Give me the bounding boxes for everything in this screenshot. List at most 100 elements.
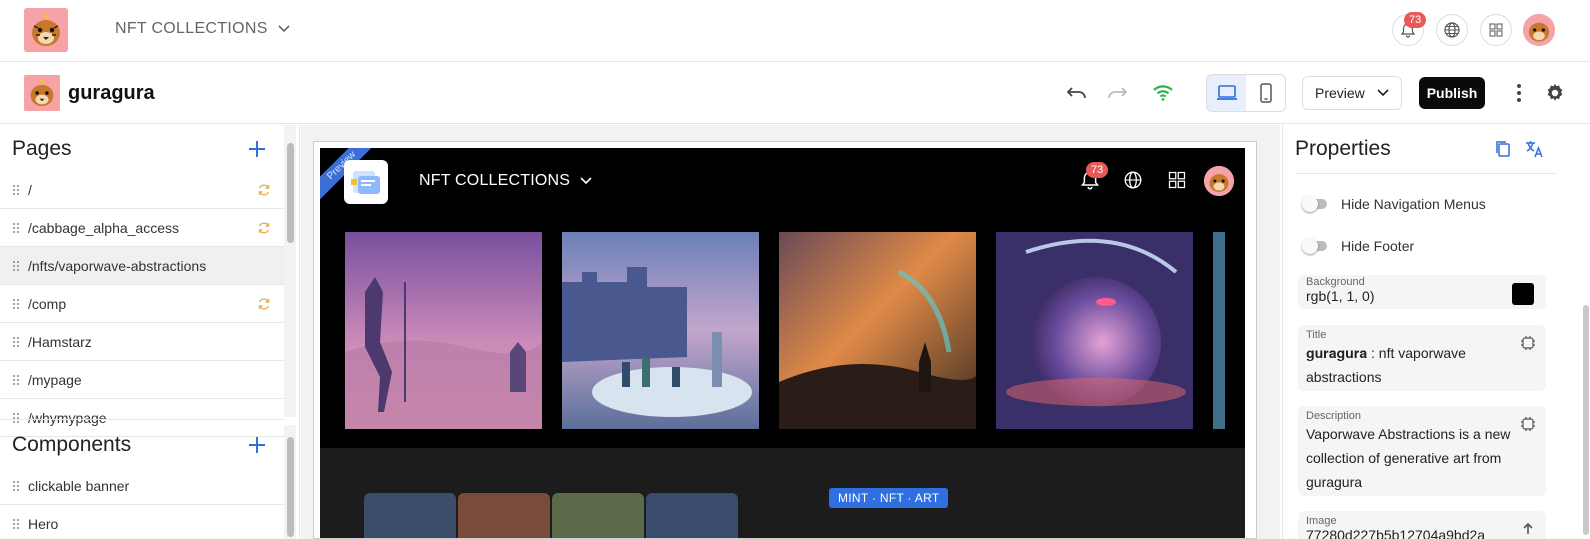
nft-artwork[interactable] <box>779 232 976 429</box>
thumbnail[interactable] <box>364 493 456 538</box>
ai-chip-icon[interactable] <box>1520 416 1536 432</box>
ai-chip-icon[interactable] <box>1520 335 1536 351</box>
chevron-down-icon <box>580 177 592 185</box>
drag-handle-icon[interactable] <box>12 336 20 348</box>
image-field[interactable]: Image 77280d227b5b12704a9bd2a <box>1298 511 1546 539</box>
component-item[interactable]: clickable banner <box>0 467 285 505</box>
background-color-swatch[interactable] <box>1512 283 1534 305</box>
nft-artwork[interactable] <box>345 232 542 429</box>
language-button[interactable] <box>1436 14 1468 46</box>
hide-navigation-label: Hide Navigation Menus <box>1341 196 1486 212</box>
description-label: Description <box>1306 410 1362 422</box>
desktop-view-button[interactable] <box>1207 75 1246 111</box>
drag-handle-icon[interactable] <box>12 412 20 424</box>
preview-label: Preview <box>1315 85 1365 101</box>
user-avatar[interactable] <box>1523 14 1555 46</box>
site-collection-selector[interactable]: NFT COLLECTIONS <box>419 172 592 190</box>
app-logo[interactable] <box>24 8 68 52</box>
toggle-switch[interactable] <box>1302 196 1327 212</box>
phone-icon <box>1259 83 1272 103</box>
chevron-down-icon <box>1377 89 1389 97</box>
sync-icon <box>258 184 270 196</box>
page-item[interactable]: /cabbage_alpha_access <box>0 209 285 247</box>
page-item[interactable]: /comp <box>0 285 285 323</box>
undo-button[interactable] <box>1064 80 1090 106</box>
page-item[interactable]: /Hamstarz <box>0 323 285 361</box>
page-item[interactable]: / <box>0 171 285 209</box>
background-field[interactable]: Background rgb(1, 1, 0) <box>1298 275 1546 309</box>
nft-artwork-partial[interactable] <box>1213 232 1225 429</box>
page-item[interactable]: /nfts/vaporwave-abstractions <box>0 247 285 285</box>
upload-icon[interactable] <box>1520 521 1536 537</box>
page-item[interactable]: /mypage <box>0 361 285 399</box>
wifi-icon <box>1153 85 1173 101</box>
site-logo <box>24 75 60 111</box>
thumbnail[interactable] <box>458 493 550 538</box>
background-label: Background <box>1306 276 1365 288</box>
mint-tag: MINT · NFT · ART <box>829 488 949 508</box>
connection-status <box>1150 80 1176 106</box>
top-bar: NFT COLLECTIONS 73 <box>0 0 1590 62</box>
description-field[interactable]: Description Vaporwave Abstractions is a … <box>1298 406 1546 496</box>
preview-dropdown[interactable]: Preview <box>1302 76 1402 110</box>
nft-gallery <box>345 232 1225 429</box>
properties-scrollbar[interactable] <box>1583 305 1589 535</box>
components-scroll-thumb[interactable] <box>287 437 294 537</box>
component-item-label: Hero <box>28 515 59 532</box>
title-label: Title <box>1306 329 1327 341</box>
grid-icon[interactable] <box>1167 170 1187 190</box>
title-value: 𝐠𝐮𝐫𝐚𝐠𝐮𝐫𝐚 : nft vaporwave abstractions <box>1306 341 1518 389</box>
hero-section: MINT · NFT · ART <box>320 448 1245 538</box>
thumbnail[interactable] <box>646 493 738 538</box>
site-preview-logo[interactable] <box>344 160 388 204</box>
left-panel: Pages / /cabbage_alpha_access/nfts/vaporw… <box>0 125 300 539</box>
drag-handle-icon[interactable] <box>12 222 20 234</box>
add-component-icon[interactable] <box>247 435 267 455</box>
site-notification-badge: 73 <box>1086 162 1109 178</box>
hide-footer-label: Hide Footer <box>1341 238 1415 254</box>
preview-frame: Preview NFT COLLECTIONS 73 MINT · NFT · … <box>313 141 1257 539</box>
hide-navigation-toggle[interactable]: Hide Navigation Menus <box>1302 196 1486 212</box>
translate-icon[interactable] <box>1524 139 1544 159</box>
page-item[interactable]: /whymypage <box>0 399 285 437</box>
undo-icon <box>1066 87 1086 99</box>
drag-handle-icon[interactable] <box>12 260 20 272</box>
apps-button[interactable] <box>1480 14 1512 46</box>
component-item[interactable]: Hero <box>0 505 285 539</box>
drag-handle-icon[interactable] <box>12 298 20 310</box>
more-options-button[interactable] <box>1506 80 1532 106</box>
nft-artwork[interactable] <box>562 232 759 429</box>
site-user-avatar[interactable] <box>1204 166 1234 196</box>
sync-icon <box>258 298 270 310</box>
sync-icon <box>258 222 270 234</box>
copy-icon[interactable] <box>1495 140 1511 158</box>
drag-handle-icon[interactable] <box>12 374 20 386</box>
nft-artwork[interactable] <box>996 232 1193 429</box>
page-item-label: /comp <box>28 295 67 312</box>
mobile-view-button[interactable] <box>1246 75 1285 111</box>
hero-thumbnails <box>364 493 738 538</box>
components-list: clickable banner Hero <box>0 467 285 539</box>
globe-icon[interactable] <box>1123 170 1143 190</box>
pages-scroll-thumb[interactable] <box>287 143 294 243</box>
tiger-logo-icon <box>24 8 68 52</box>
site-collection-label: NFT COLLECTIONS <box>419 172 571 189</box>
settings-button[interactable] <box>1542 80 1568 106</box>
notification-badge: 73 <box>1404 12 1427 28</box>
toggle-switch[interactable] <box>1302 238 1327 254</box>
laptop-icon <box>1216 85 1237 100</box>
redo-button[interactable] <box>1104 80 1130 106</box>
add-page-icon[interactable] <box>247 139 267 159</box>
hide-footer-toggle[interactable]: Hide Footer <box>1302 238 1415 254</box>
purple-sphere-artwork <box>996 232 1193 429</box>
drag-handle-icon[interactable] <box>12 480 20 492</box>
title-field[interactable]: Title 𝐠𝐮𝐫𝐚𝐠𝐮𝐫𝐚 : nft vaporwave abstracti… <box>1298 325 1546 391</box>
collection-selector[interactable]: NFT COLLECTIONS <box>115 20 290 38</box>
pages-list: / /cabbage_alpha_access/nfts/vaporwave-ab… <box>0 171 285 437</box>
page-item-label: /nfts/vaporwave-abstractions <box>28 257 207 274</box>
publish-button[interactable]: Publish <box>1419 77 1485 109</box>
thumbnail[interactable] <box>552 493 644 538</box>
drag-handle-icon[interactable] <box>12 518 20 530</box>
drag-handle-icon[interactable] <box>12 184 20 196</box>
device-toggle <box>1206 74 1286 112</box>
